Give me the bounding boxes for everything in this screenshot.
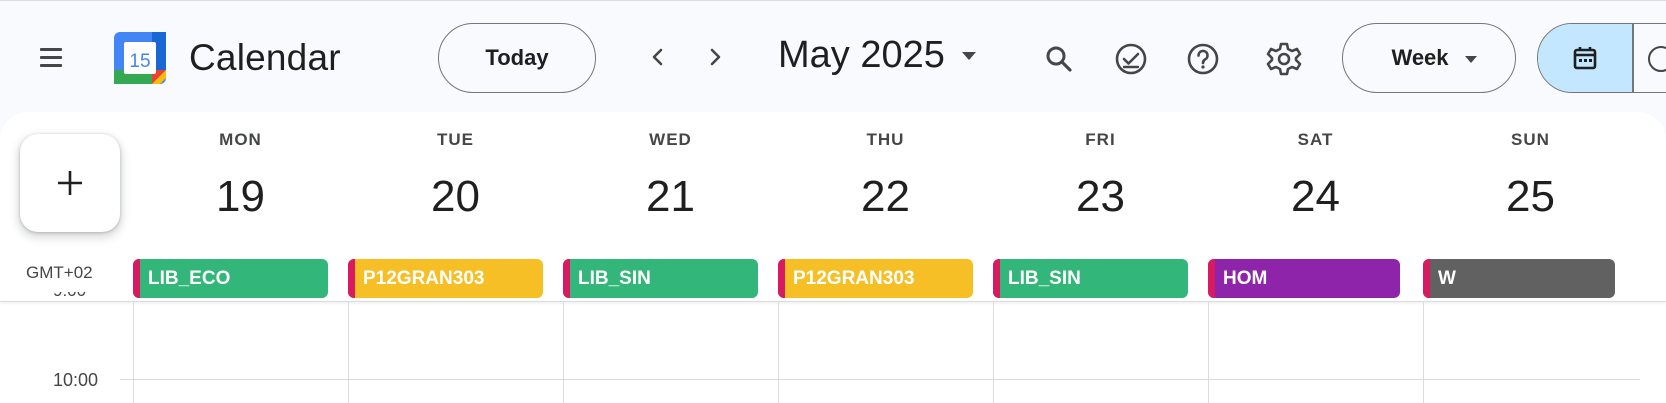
- create-event-button[interactable]: [20, 134, 120, 232]
- app-title: Calendar: [189, 37, 341, 78]
- task-status-button[interactable]: [1109, 37, 1153, 81]
- search-icon: [1046, 46, 1072, 72]
- day-column-divider: [1208, 302, 1209, 403]
- day-number[interactable]: 25: [1423, 172, 1638, 222]
- event-edge: [563, 259, 570, 298]
- day-header-sat[interactable]: SAT 24: [1208, 130, 1423, 222]
- event-edge: [1208, 259, 1215, 298]
- menu-icon-bar: [40, 64, 62, 67]
- event-title: HOM: [1223, 267, 1268, 289]
- search-button[interactable]: [1037, 37, 1081, 81]
- today-button[interactable]: Today: [438, 23, 596, 93]
- day-column-divider: [1423, 302, 1424, 403]
- day-header-thu[interactable]: THU 22: [778, 130, 993, 222]
- day-name: SUN: [1511, 130, 1550, 149]
- month-picker-label[interactable]: May 2025: [778, 34, 945, 77]
- caret-down-icon: [1465, 56, 1477, 63]
- help-button[interactable]: [1181, 37, 1225, 81]
- view-selector-button[interactable]: Week: [1342, 23, 1516, 93]
- day-header-wed[interactable]: WED 21: [563, 130, 778, 222]
- event-title: P12GRAN303: [793, 267, 915, 289]
- event-edge: [133, 259, 140, 298]
- all-day-event[interactable]: P12GRAN303: [778, 259, 973, 298]
- day-number[interactable]: 19: [133, 172, 348, 222]
- event-title: LIB_SIN: [578, 267, 651, 289]
- calendar-logo-icon[interactable]: 15: [112, 30, 168, 86]
- day-name: MON: [219, 130, 262, 149]
- help-icon: [1187, 43, 1219, 75]
- day-number[interactable]: 20: [348, 172, 563, 222]
- all-day-event[interactable]: P12GRAN303: [348, 259, 543, 298]
- main-menu-button[interactable]: [30, 38, 70, 78]
- day-name: THU: [866, 130, 905, 149]
- menu-icon-bar: [40, 48, 62, 51]
- previous-week-button[interactable]: [638, 37, 678, 77]
- event-title: LIB_ECO: [148, 267, 231, 289]
- day-header-fri[interactable]: FRI 23: [993, 130, 1208, 222]
- day-header-tue[interactable]: TUE 20: [348, 130, 563, 222]
- logo-day-number: 15: [129, 51, 150, 72]
- tasks-view-icon[interactable]: [1648, 46, 1666, 72]
- event-edge: [993, 259, 1000, 298]
- event-edge: [778, 259, 785, 298]
- top-app-bar: 15 Calendar Today May 2025 Week: [0, 0, 1666, 112]
- day-number[interactable]: 23: [993, 172, 1208, 222]
- next-week-button[interactable]: [695, 37, 735, 77]
- day-column-divider: [563, 302, 564, 403]
- task-check-icon: [1115, 43, 1147, 75]
- gear-icon: [1266, 42, 1302, 76]
- view-switcher: [1537, 23, 1666, 93]
- day-name: TUE: [437, 130, 474, 149]
- day-name: FRI: [1085, 130, 1116, 149]
- day-name: SAT: [1297, 130, 1334, 149]
- all-day-event[interactable]: LIB_SIN: [993, 259, 1188, 298]
- view-selector-label: Week: [1391, 45, 1449, 70]
- day-column-divider: [133, 302, 134, 403]
- day-number[interactable]: 22: [778, 172, 993, 222]
- event-edge: [348, 259, 355, 298]
- time-label-partial: 9:00: [53, 292, 103, 301]
- day-column-divider: [993, 302, 994, 403]
- chevron-left-icon: [652, 48, 663, 66]
- timezone-label: GMT+02: [26, 263, 93, 282]
- day-number[interactable]: 24: [1208, 172, 1423, 222]
- day-name: WED: [649, 130, 692, 149]
- day-column-divider: [348, 302, 349, 403]
- all-day-event[interactable]: W: [1423, 259, 1615, 298]
- event-title: W: [1438, 267, 1456, 289]
- caret-down-icon[interactable]: [962, 52, 976, 60]
- all-day-event[interactable]: LIB_ECO: [133, 259, 328, 298]
- event-title: LIB_SIN: [1008, 267, 1081, 289]
- event-edge: [1423, 259, 1430, 298]
- menu-icon-bar: [40, 56, 62, 59]
- event-title: P12GRAN303: [363, 267, 485, 289]
- day-header-sun[interactable]: SUN 25: [1423, 130, 1638, 222]
- all-day-event[interactable]: HOM: [1208, 259, 1400, 298]
- day-number[interactable]: 21: [563, 172, 778, 222]
- day-column-divider: [778, 302, 779, 403]
- view-switch-divider: [1632, 24, 1634, 92]
- settings-button[interactable]: [1262, 37, 1306, 81]
- plus-icon: [58, 171, 82, 195]
- all-day-divider: [0, 301, 1666, 302]
- time-label: 10:00: [53, 370, 99, 390]
- calendar-view-icon: [1573, 47, 1597, 70]
- calendar-view-toggle[interactable]: [1538, 24, 1632, 92]
- chevron-right-icon: [710, 48, 721, 66]
- hour-gridline: [120, 379, 1640, 380]
- all-day-event[interactable]: LIB_SIN: [563, 259, 758, 298]
- day-header-mon[interactable]: MON 19: [133, 130, 348, 222]
